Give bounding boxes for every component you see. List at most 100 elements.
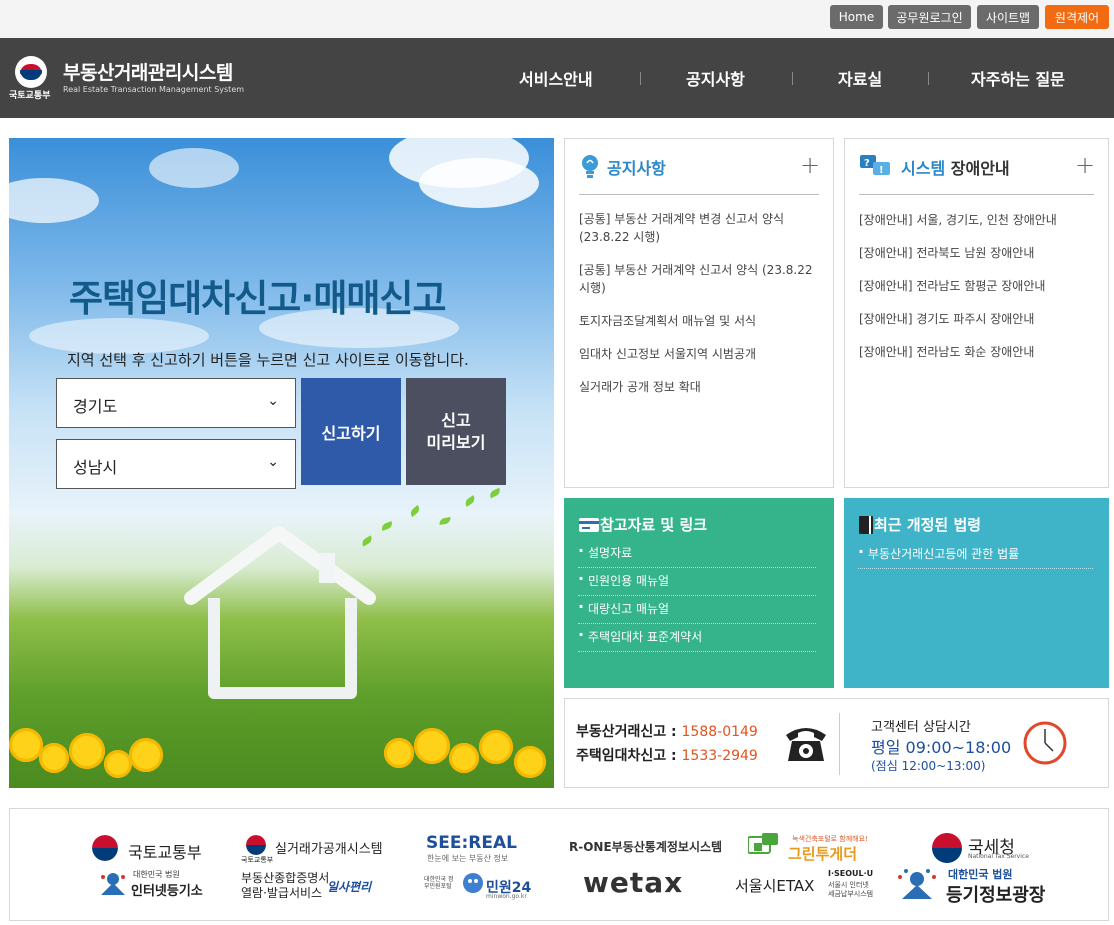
system-outage-panel: ? ! 시스템 장애안내 + [장애안내] 서울, 경기도, 인천 장애안내 [… (844, 138, 1109, 488)
house-illustration (184, 526, 376, 699)
nav-faq[interactable]: 자주하는 질문 (971, 66, 1065, 90)
flower (479, 730, 513, 764)
svg-text:?: ? (864, 158, 870, 169)
minwon-url: minwon.go.kr (486, 893, 527, 900)
leaf (463, 495, 477, 507)
rone-link[interactable]: R-ONE부동산통계정보시스템 (569, 838, 722, 855)
registry-plaza-label: 등기정보광장 (946, 885, 1046, 906)
court-registry-label: 인터넷등기소 (131, 884, 203, 899)
region-province-value: 경기도 (73, 397, 118, 416)
leaf (408, 504, 422, 518)
references-title: 참고자료 및 링크 (600, 516, 708, 534)
reference-link[interactable]: 대량신고 매뉴얼 (578, 597, 816, 624)
lightbulb-icon (582, 155, 598, 178)
site-title: 부동산거래관리시스템 (63, 62, 233, 84)
trade-report-number: 1588-0149 (681, 724, 758, 740)
reference-link[interactable]: 민원인용 매뉴얼 (578, 569, 816, 596)
flower (384, 738, 414, 768)
card-icon (579, 518, 599, 532)
svg-text:!: ! (879, 165, 884, 176)
chevron-down-icon: ⌄ (267, 393, 279, 409)
trade-report-line: 부동산거래신고 : 1588-0149 (576, 721, 758, 741)
notice-item[interactable]: 실거래가 공개 정보 확대 (579, 378, 814, 396)
reference-link[interactable]: 설명자료 (578, 541, 816, 568)
outage-item[interactable]: [장애안내] 전라남도 화순 장애안내 (859, 343, 1034, 360)
site-title-en: Real Estate Transaction Management Syste… (63, 85, 245, 94)
notice-item[interactable]: [공통] 부동산 거래계약 변경 신고서 양식 (23.8.22 시행) (579, 210, 814, 246)
cloud (419, 158, 539, 208)
trade-report-label: 부동산거래신고 : (576, 724, 677, 740)
outage-item[interactable]: [장애안내] 전라남도 함평군 장애안내 (859, 277, 1045, 294)
staff-login-link[interactable]: 공무원로그인 (888, 5, 971, 29)
report-preview-button[interactable]: 신고 미리보기 (406, 378, 506, 485)
flower (449, 743, 479, 773)
lease-report-line: 주택임대차신고 : 1533-2949 (576, 745, 758, 765)
cloud (149, 148, 239, 188)
notice-item[interactable]: 토지자금조달계획서 매뉴얼 및 서식 (579, 312, 814, 330)
home-link[interactable]: Home (830, 5, 883, 29)
notice-item[interactable]: [공통] 부동산 거래계약 신고서 양식 (23.8.22 시행) (579, 261, 814, 297)
seereal-label: SEE:REAL (426, 833, 517, 853)
region-province-select[interactable]: 경기도 ⌄ (56, 378, 296, 428)
nav-notice[interactable]: 공지사항 (686, 66, 745, 90)
outage-item[interactable]: [장애안내] 경기도 파주시 장애안내 (859, 310, 1034, 327)
flower (414, 728, 450, 764)
question-chat-icon: ? ! (860, 155, 890, 176)
law-link[interactable]: 부동산거래신고등에 관한 법률 (858, 542, 1093, 569)
seoul-etax-label: 서울시ETAX (735, 877, 815, 895)
outage-more-plus-icon[interactable]: + (1075, 153, 1095, 177)
sitemap-link[interactable]: 사이트맵 (977, 5, 1039, 29)
court-emblem-icon (898, 869, 936, 899)
telephone-icon (786, 728, 826, 761)
reference-link[interactable]: 주택임대차 표준계약서 (578, 625, 816, 652)
leaf (488, 487, 502, 499)
notice-more-plus-icon[interactable]: + (800, 153, 820, 177)
region-city-select[interactable]: 성남시 ⌄ (56, 439, 296, 489)
outage-item[interactable]: [장애안내] 전라북도 남원 장애안내 (859, 244, 1034, 261)
report-button[interactable]: 신고하기 (301, 378, 401, 485)
clock-icon (1023, 721, 1067, 765)
leaf (438, 517, 452, 525)
realprice-org: 국토교통부 (241, 856, 274, 864)
references-panel: 참고자료 및 링크 설명자료 민원인용 매뉴얼 대량신고 매뉴얼 주택임대차 표… (564, 498, 834, 688)
court-emblem-icon (101, 873, 125, 895)
hours-weekday: 평일 09:00~18:00 (871, 738, 1012, 757)
utility-bar: Home 공무원로그인 사이트맵 원격제어 (0, 0, 1114, 38)
ilsa-label: 일사편리 (327, 880, 372, 894)
flower (9, 728, 43, 762)
molit-emblem-icon (246, 835, 266, 855)
notice-item[interactable]: 임대차 신고정보 서울지역 시범공개 (579, 345, 814, 363)
nav-service-guide[interactable]: 서비스안내 (519, 66, 593, 90)
hours-lunch: (점심 12:00~13:00) (871, 759, 986, 773)
court-small-label: 대한민국 법원 (133, 870, 180, 879)
flower (39, 743, 69, 773)
outage-title: 시스템 장애안내 (901, 155, 1010, 179)
nav-divider (928, 72, 929, 85)
cert-line2: 열람·발급서비스 (241, 886, 323, 900)
green-building-icon (748, 833, 778, 854)
minwon-small: 대한민국 정부민원포털 (424, 876, 454, 890)
iseoulu-sub2: 세금납부시스템 (828, 890, 874, 898)
remote-control-link[interactable]: 원격제어 (1045, 5, 1109, 29)
contact-divider (839, 713, 840, 775)
nts-en-label: National Tax Service (968, 853, 1029, 860)
divider (859, 194, 1094, 195)
outage-item[interactable]: [장애안내] 서울, 경기도, 인천 장애안내 (859, 211, 1057, 228)
outage-title-accent: 시스템 (901, 159, 946, 178)
molit-emblem-icon (92, 835, 118, 861)
molit-label: 국토교통부 (128, 843, 202, 862)
lease-report-label: 주택임대차신고 : (576, 748, 677, 764)
flower (514, 746, 546, 778)
wetax-link[interactable]: wetax (583, 866, 683, 899)
nav-divider (640, 72, 641, 85)
region-city-value: 성남시 (73, 458, 118, 477)
nts-emblem-icon (932, 833, 962, 863)
green-label: 그린투게더 (788, 845, 858, 863)
outage-title-rest: 장애안내 (950, 159, 1010, 178)
cloud (9, 178, 99, 223)
seereal-sub: 한눈에 보는 부동산 정보 (427, 854, 509, 863)
nav-resources[interactable]: 자료실 (838, 66, 882, 90)
chevron-down-icon: ⌄ (267, 454, 279, 470)
hours-title: 고객센터 상담시간 (871, 720, 971, 735)
flower (129, 738, 163, 772)
